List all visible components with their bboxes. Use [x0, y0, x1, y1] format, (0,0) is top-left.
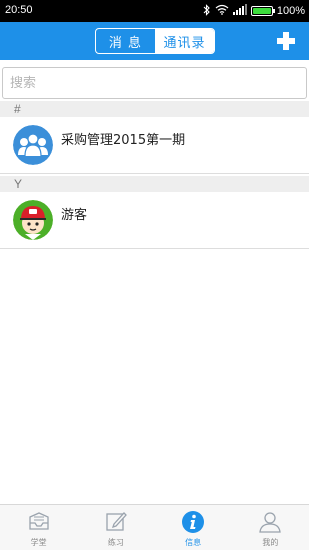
bluetooth-icon — [203, 3, 211, 19]
nav-item-practice[interactable]: 练习 — [77, 505, 154, 550]
search-input[interactable] — [3, 68, 306, 98]
wifi-icon — [215, 4, 229, 18]
info-icon — [182, 511, 205, 533]
add-button[interactable] — [275, 30, 297, 52]
nav-label: 信息 — [185, 538, 202, 547]
signal-icon — [232, 4, 247, 18]
nav-label: 练习 — [107, 538, 124, 547]
nav-item-profile[interactable]: 我的 — [232, 505, 309, 550]
contact-name: 游客 — [61, 208, 88, 223]
study-hall-icon — [28, 512, 49, 530]
group-avatar-icon — [13, 125, 53, 165]
search-box — [2, 67, 307, 99]
nav-item-info[interactable]: 信息 — [155, 505, 232, 550]
nav-label: 我的 — [262, 538, 279, 547]
status-icons: 100% — [203, 3, 305, 19]
tab-switcher: 消 息 通讯录 — [95, 28, 215, 54]
battery-fill — [252, 8, 271, 14]
profile-icon — [259, 512, 282, 533]
contact-name: 采购管理2015第一期 — [61, 133, 186, 148]
section-header-hash: # — [0, 101, 309, 117]
bottom-navigation: 学堂 练习 信息 我的 — [0, 504, 309, 550]
battery-percent: 100% — [276, 5, 305, 17]
practice-edit-icon — [106, 512, 127, 531]
nav-label: 学堂 — [30, 538, 47, 547]
section-header-y: Y — [0, 176, 309, 192]
plus-icon — [277, 32, 295, 50]
contact-row-group[interactable]: 采购管理2015第一期 — [0, 117, 309, 174]
tab-messages[interactable]: 消 息 — [96, 29, 155, 53]
tab-contacts[interactable]: 通讯录 — [155, 29, 214, 53]
nav-item-study[interactable]: 学堂 — [0, 505, 77, 550]
app-header: 消 息 通讯录 — [0, 22, 309, 60]
battery-icon — [250, 6, 275, 16]
status-bar: 20:50 100% — [0, 0, 309, 22]
status-time: 20:50 — [5, 4, 33, 16]
app-screen: 20:50 100% 消 息 通讯录 # — [0, 0, 309, 550]
cartoon-user-avatar — [13, 200, 53, 240]
contact-row-guest[interactable]: 游客 — [0, 192, 309, 249]
